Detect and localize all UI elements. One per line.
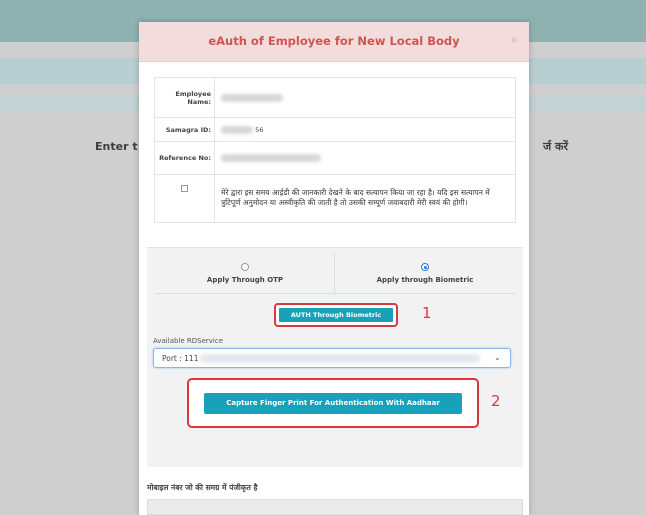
otp-radio[interactable] bbox=[241, 263, 249, 271]
reference-no-value bbox=[214, 141, 516, 175]
redacted-value bbox=[200, 354, 480, 363]
samagra-id-label: Samagra ID: bbox=[154, 117, 215, 142]
capture-fingerprint-button[interactable]: Capture Finger Print For Authentication … bbox=[204, 393, 462, 414]
table-row: मेरे द्वारा इस समय आईडी की जानकारी देखने… bbox=[154, 174, 516, 223]
background-label-right: र्ज करें bbox=[543, 140, 568, 153]
redacted-value bbox=[221, 125, 253, 134]
redacted-value bbox=[221, 154, 321, 162]
consent-checkbox-cell bbox=[154, 174, 215, 223]
rdservice-label: Available RDService bbox=[153, 337, 224, 345]
capture-button-highlight: Capture Finger Print For Authentication … bbox=[187, 378, 479, 428]
redacted-value bbox=[221, 93, 283, 102]
auth-button-highlight: AUTH Through Biometric bbox=[274, 303, 398, 327]
otp-radio-label: Apply Through OTP bbox=[206, 276, 284, 284]
mobile-number-label: मोबाइल नंबर जो की समग्र में पंजीकृत है bbox=[147, 483, 258, 492]
modal-header: eAuth of Employee for New Local Body × bbox=[139, 22, 529, 62]
biometric-radio[interactable] bbox=[421, 263, 429, 271]
biometric-radio-label: Apply through Biometric bbox=[376, 276, 474, 284]
modal-title: eAuth of Employee for New Local Body bbox=[208, 34, 460, 48]
employee-info-table: Employee Name: Samagra ID: 56 Reference … bbox=[154, 77, 516, 223]
samagra-id-value: 56 bbox=[214, 117, 516, 142]
background-label-left: Enter t bbox=[95, 140, 138, 153]
consent-checkbox[interactable] bbox=[181, 185, 188, 192]
rdservice-selected-value: Port : 111 bbox=[162, 354, 199, 363]
chevron-down-icon: ⌄ bbox=[494, 353, 501, 362]
callout-number-2: 2 bbox=[491, 392, 501, 410]
table-row: Employee Name: bbox=[154, 77, 516, 118]
option-otp[interactable]: Apply Through OTP bbox=[155, 254, 335, 294]
auth-method-options: Apply Through OTP Apply through Biometri… bbox=[155, 254, 515, 294]
auth-through-biometric-button[interactable]: AUTH Through Biometric bbox=[279, 308, 393, 322]
samagra-id-visible-digits: 56 bbox=[255, 125, 264, 134]
callout-number-1: 1 bbox=[422, 304, 432, 322]
mobile-number-field[interactable] bbox=[147, 499, 523, 515]
auth-panel: Apply Through OTP Apply through Biometri… bbox=[147, 247, 523, 467]
rdservice-select[interactable]: Port : 111 ⌄ bbox=[153, 348, 511, 368]
close-icon[interactable]: × bbox=[510, 35, 518, 46]
employee-name-value bbox=[214, 77, 516, 118]
consent-text: मेरे द्वारा इस समय आईडी की जानकारी देखने… bbox=[214, 174, 516, 223]
reference-no-label: Reference No: bbox=[154, 141, 215, 175]
eauth-modal: eAuth of Employee for New Local Body × E… bbox=[139, 22, 529, 515]
table-row: Reference No: bbox=[154, 141, 516, 175]
employee-name-label: Employee Name: bbox=[154, 77, 215, 118]
option-biometric[interactable]: Apply through Biometric bbox=[335, 254, 515, 294]
table-row: Samagra ID: 56 bbox=[154, 117, 516, 142]
